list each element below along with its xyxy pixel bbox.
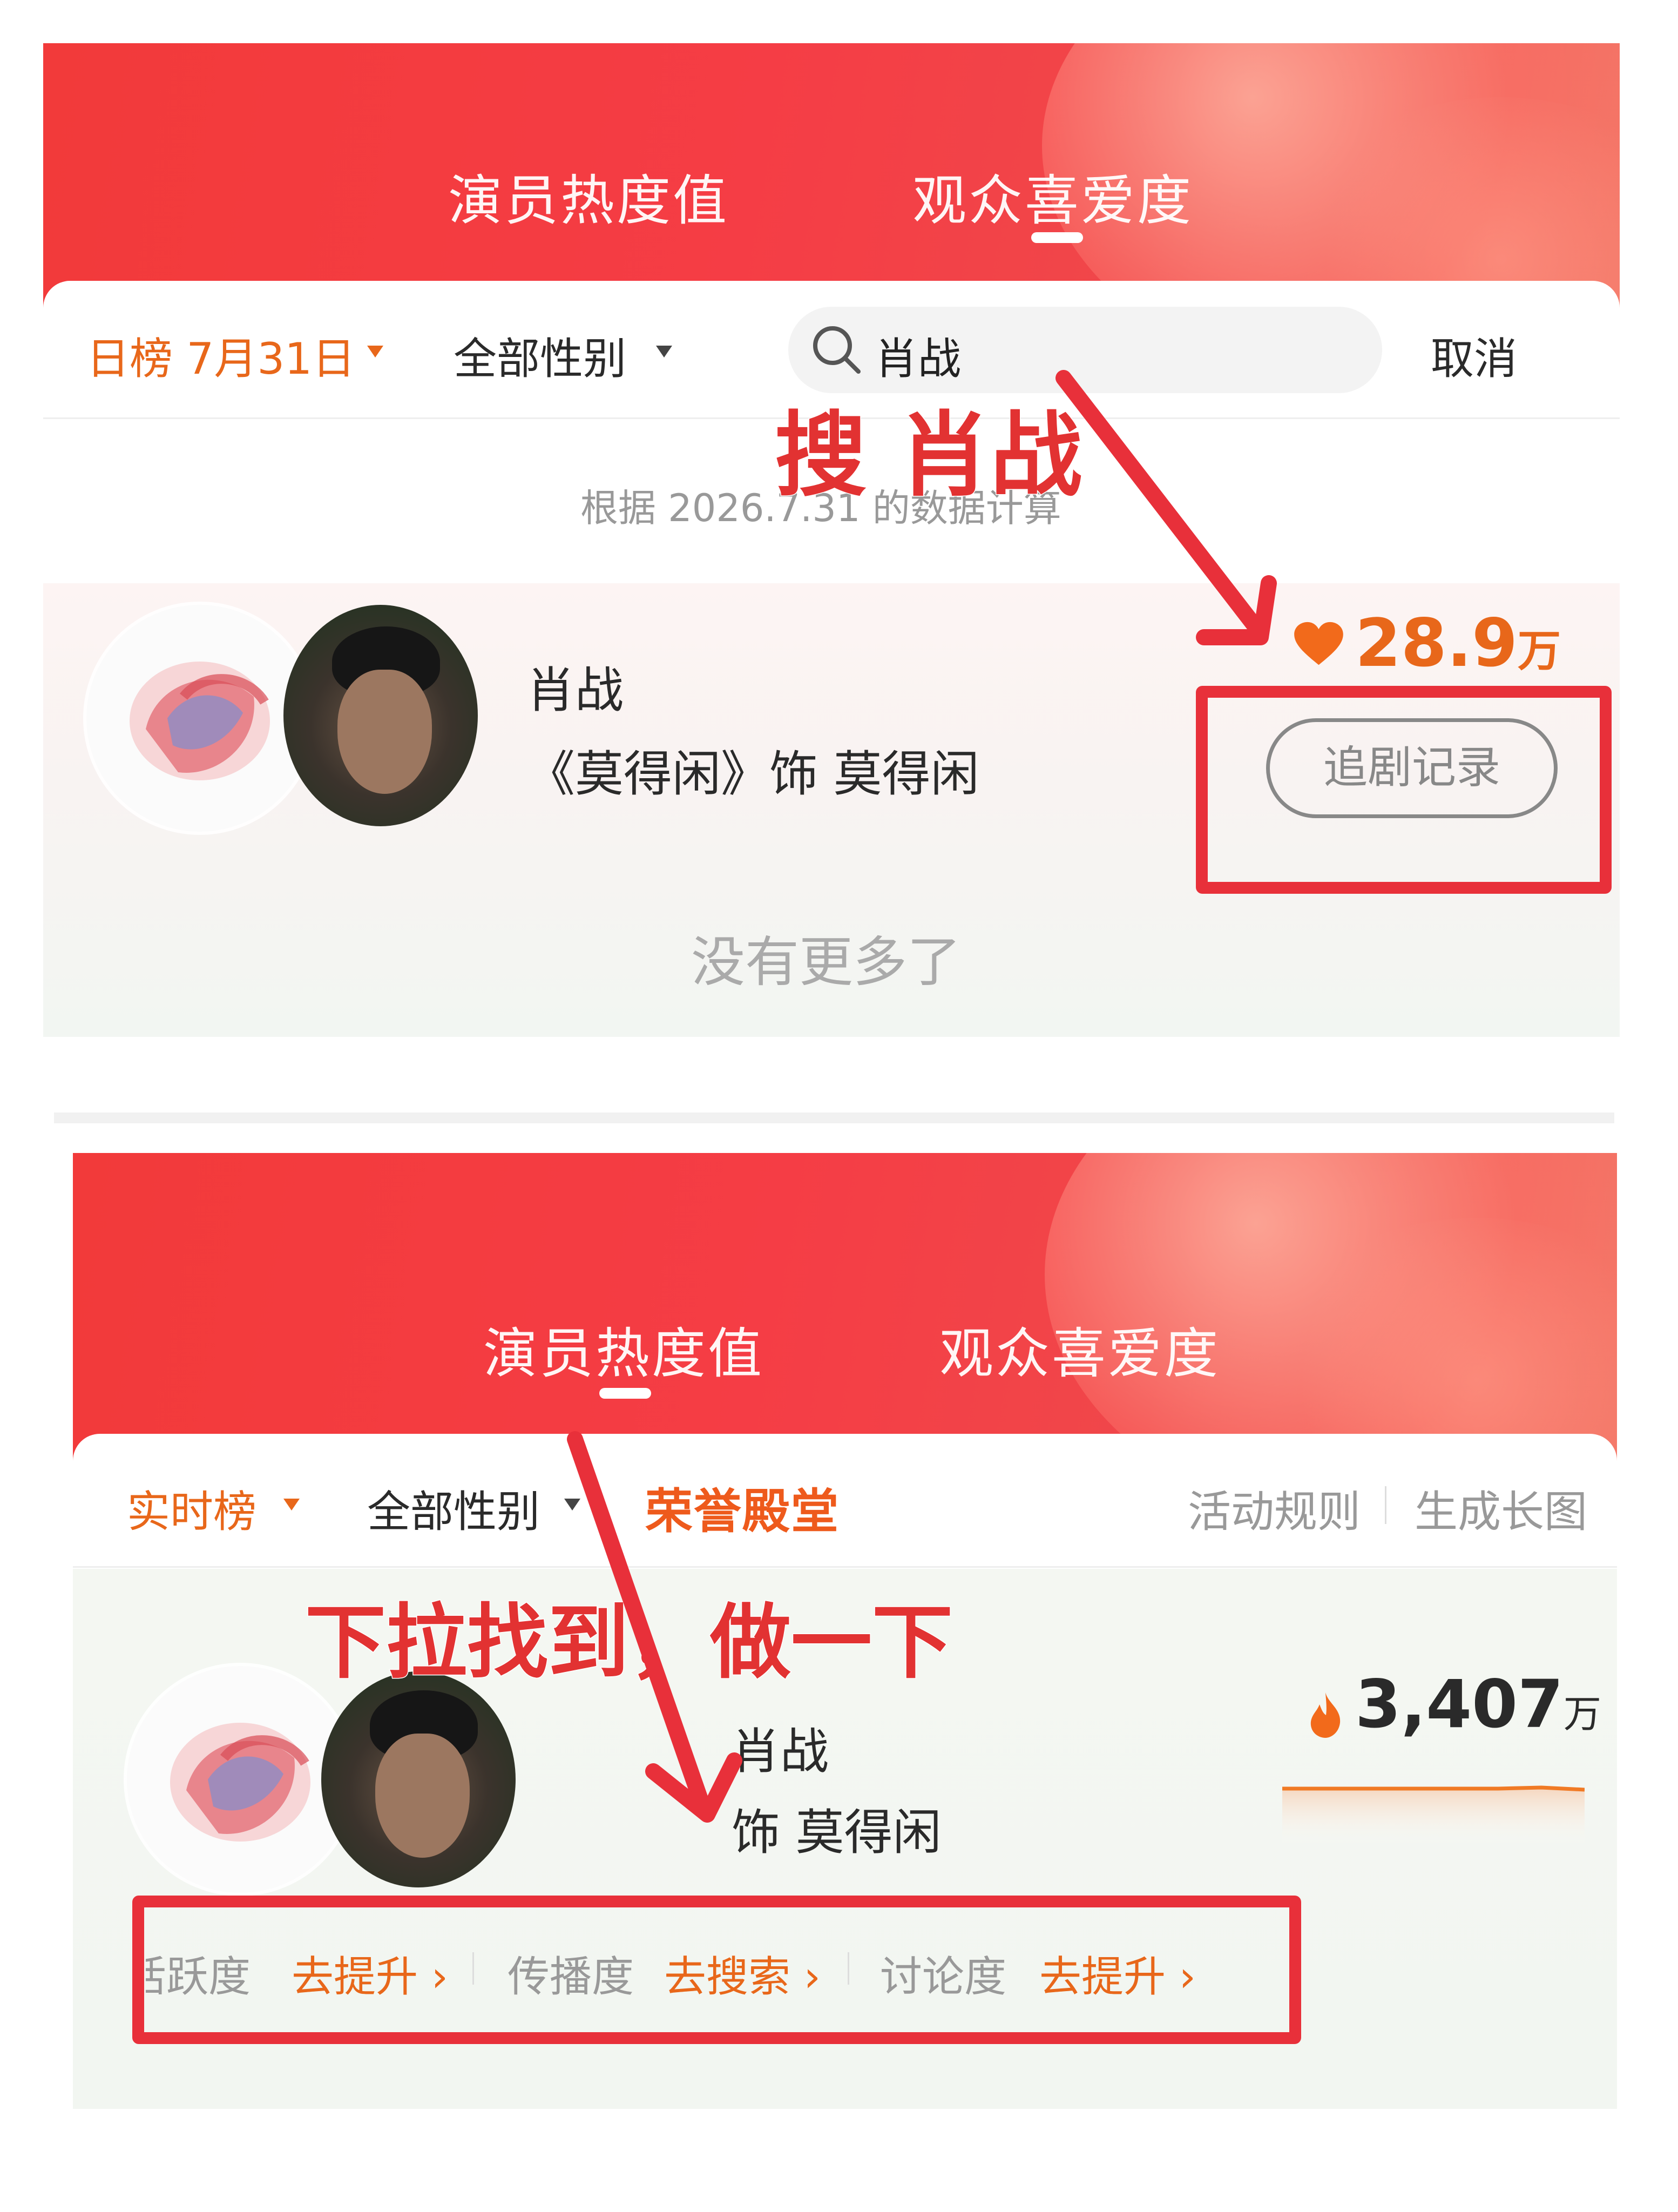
love-score-unit: 万: [1518, 626, 1561, 676]
tab-actor-heat[interactable]: 演员热度值: [483, 1310, 764, 1388]
search-icon: [813, 326, 861, 374]
gender-filter[interactable]: 全部性别: [367, 1477, 540, 1540]
active-tab-indicator: [599, 1388, 651, 1399]
heat-score: 3,407万: [1355, 1666, 1601, 1743]
caret-down-icon: [367, 346, 383, 358]
annotation-arrow: [1055, 370, 1277, 645]
actor-role: 《莫得闲》饰 莫得闲: [526, 746, 979, 802]
bottom-banner: [73, 1153, 1617, 1477]
tab-audience-love[interactable]: 观众喜爱度: [912, 157, 1193, 235]
heart-emblem-avatar: [86, 605, 313, 832]
activity-rules-link[interactable]: 活动规则: [1188, 1477, 1361, 1540]
annotation-search: 搜 肖战: [774, 402, 1082, 510]
actor-name[interactable]: 肖战: [526, 651, 624, 721]
love-score-value: 28.9: [1355, 605, 1518, 682]
highlight-box: [132, 1896, 1301, 2044]
actor-avatar[interactable]: [283, 605, 478, 826]
tab-actor-heat[interactable]: 演员热度值: [448, 157, 729, 235]
heat-score-unit: 万: [1563, 1692, 1601, 1736]
highlight-box: [1196, 686, 1612, 894]
separator: [1385, 1486, 1386, 1524]
no-more-text: 没有更多了: [691, 930, 961, 994]
tab-audience-love[interactable]: 观众喜爱度: [939, 1310, 1220, 1388]
love-score: 28.9万: [1355, 605, 1561, 682]
caret-down-icon: [283, 1499, 300, 1510]
actor-role: 饰 莫得闲: [732, 1804, 942, 1861]
heart-emblem-avatar: [127, 1666, 354, 1893]
panel-gap: [54, 1112, 1614, 1123]
heat-score-value: 3,407: [1355, 1666, 1564, 1743]
search-input[interactable]: 肖战: [875, 324, 961, 387]
flame-icon: [1310, 1692, 1341, 1738]
cancel-button[interactable]: 取消: [1431, 324, 1517, 387]
date-filter[interactable]: 日榜 7月31日: [86, 324, 355, 387]
caret-down-icon: [656, 346, 672, 358]
filter-divider: [73, 1566, 1617, 1568]
generate-long-image-link[interactable]: 生成长图: [1415, 1477, 1587, 1540]
realtime-board-filter[interactable]: 实时榜: [127, 1477, 256, 1540]
actor-avatar[interactable]: [321, 1671, 516, 1887]
trend-sparkline: [1282, 1785, 1585, 1847]
gender-filter[interactable]: 全部性别: [454, 324, 626, 387]
annotation-arrow: [567, 1431, 742, 1823]
active-tab-indicator: [1031, 232, 1083, 243]
